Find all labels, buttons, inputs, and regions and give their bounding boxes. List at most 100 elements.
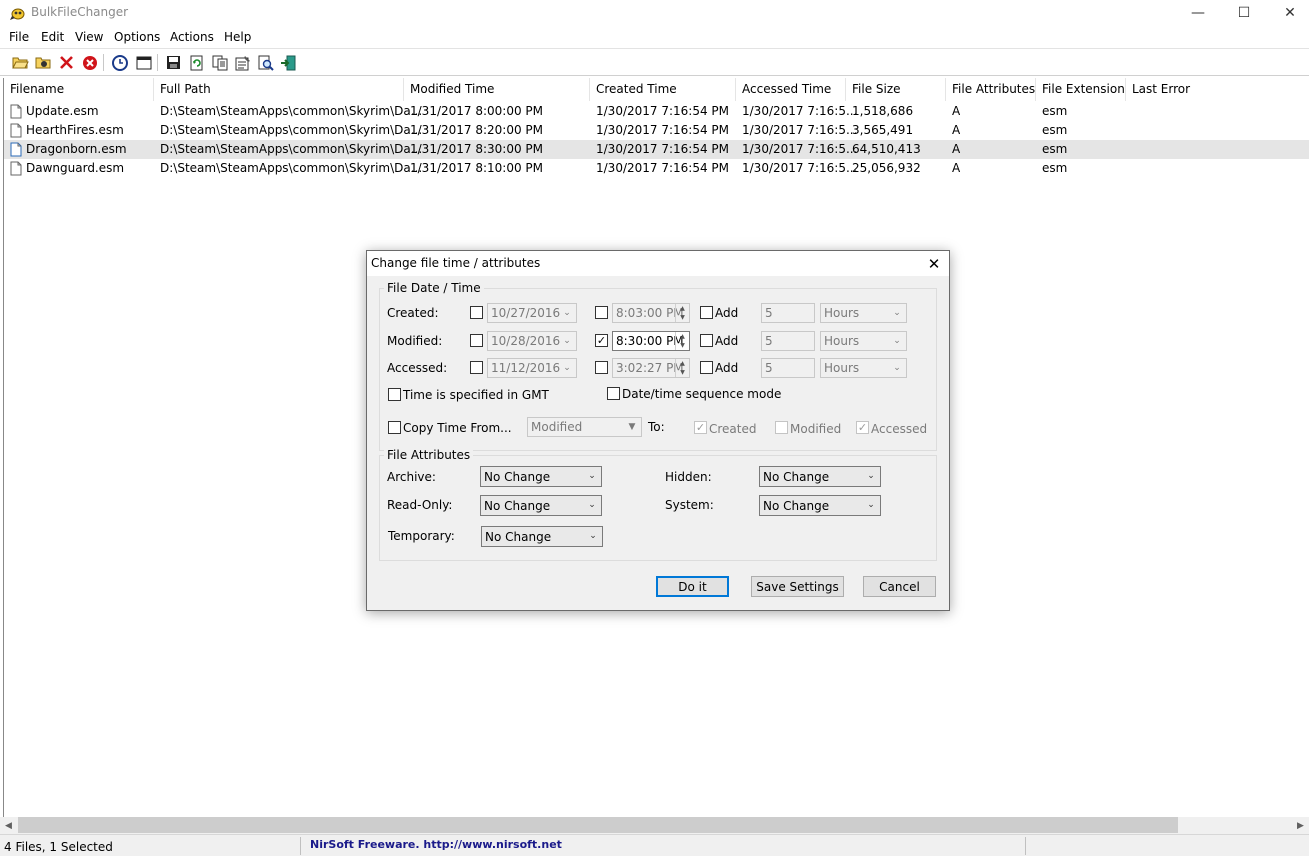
accessed-time-value: 3:02:27 PM [616,361,684,375]
accessed-time-picker[interactable]: 3:02:27 PM ▲ ▼ [612,358,690,378]
copy-time-checkbox[interactable] [388,421,401,434]
created-date-picker[interactable]: 10/27/2016 ⌄ [487,303,577,323]
copy-source-value: Modified [531,420,583,434]
menu-actions[interactable]: Actions [170,30,214,44]
window-icon[interactable] [134,53,153,72]
copy-source-dropdown[interactable]: Modified ▼ [527,417,642,437]
modified-add-unit[interactable]: Hours ⌄ [820,331,907,351]
chevron-down-icon: ⌄ [867,471,875,481]
copy-to-modified-checkbox[interactable] [775,421,788,434]
column-header-accessed-time[interactable]: Accessed Time [736,78,846,101]
menu-edit[interactable]: Edit [41,30,64,44]
minimize-button[interactable]: — [1175,0,1221,26]
archive-select[interactable]: No Change ⌄ [480,466,602,487]
scroll-right-arrow-icon[interactable]: ▶ [1292,817,1309,834]
datetime-group-label: File Date / Time [384,281,484,295]
close-button[interactable]: ✕ [1267,0,1309,26]
copy-time-label: Copy Time From... [403,421,512,435]
system-select[interactable]: No Change ⌄ [759,495,881,516]
save-icon[interactable] [164,53,183,72]
created-add-unit[interactable]: Hours ⌄ [820,303,907,323]
chevron-down-icon: ▼ [628,422,636,432]
remove-icon[interactable] [57,53,76,72]
gmt-checkbox[interactable] [388,388,401,401]
cancel-button[interactable]: Cancel [863,576,936,597]
copy-to-accessed-checkbox[interactable]: ✓ [856,421,869,434]
clock-icon[interactable] [110,53,129,72]
dialog-close-icon[interactable]: ✕ [923,254,945,274]
copy-to-modified-label: Modified [790,422,842,436]
accessed-date-checkbox[interactable] [470,361,483,374]
menu-options[interactable]: Options [114,30,160,44]
modified-time-checkbox[interactable]: ✓ [595,334,608,347]
gmt-label: Time is specified in GMT [403,388,549,402]
modified-time-picker[interactable]: 8:30:00 PM ▲ ▼ [612,331,690,351]
hidden-select[interactable]: No Change ⌄ [759,466,881,487]
sequence-mode-label: Date/time sequence mode [622,387,782,401]
table-row[interactable]: HearthFires.esm D:\Steam\SteamApps\common… [4,121,1309,140]
menu-help[interactable]: Help [224,30,251,44]
copy-to-accessed-label: Accessed [871,422,928,436]
copy-to-created-label: Created [709,422,757,436]
created-time-cell: 1/30/2017 7:16:54 PM [596,142,730,156]
sequence-mode-checkbox[interactable] [607,387,620,400]
created-add-checkbox[interactable] [700,306,713,319]
column-header-file-size[interactable]: File Size [846,78,946,101]
do-it-button[interactable]: Do it [656,576,729,597]
column-header-file-extension[interactable]: File Extension [1036,78,1126,101]
save-settings-button[interactable]: Save Settings [751,576,844,597]
remove-all-icon[interactable] [80,53,99,72]
created-add-amount[interactable]: 5 [761,303,815,323]
exit-icon[interactable] [279,53,298,72]
file-size-cell: 25,056,932 [852,161,921,175]
created-time-value: 8:03:00 PM [616,306,684,320]
created-date-checkbox[interactable] [470,306,483,319]
spinner-icon[interactable]: ▲ ▼ [675,304,689,322]
table-row[interactable]: Update.esm D:\Steam\SteamApps\common\Skyr… [4,102,1309,121]
modified-add-amount[interactable]: 5 [761,331,815,351]
accessed-add-checkbox[interactable] [700,361,713,374]
copy-icon[interactable] [210,53,229,72]
scrollbar-thumb[interactable] [18,817,1178,833]
copy-to-created-checkbox[interactable]: ✓ [694,421,707,434]
column-header-created-time[interactable]: Created Time [590,78,736,101]
file-size-cell: 64,510,413 [852,142,921,156]
accessed-add-amount[interactable]: 5 [761,358,815,378]
menu-file[interactable]: File [9,30,29,44]
modified-add-label: Add [715,334,739,348]
modified-add-checkbox[interactable] [700,334,713,347]
find-icon[interactable] [256,53,275,72]
open-folder-icon[interactable] [11,53,30,72]
created-time-cell: 1/30/2017 7:16:54 PM [596,104,730,118]
file-extension-cell: esm [1042,161,1068,175]
horizontal-scrollbar[interactable]: ◀ ▶ [0,817,1309,834]
app-icon [9,4,27,22]
temporary-select[interactable]: No Change ⌄ [481,526,603,547]
refresh-icon[interactable] [187,53,206,72]
accessed-time-cell: 1/30/2017 7:16:5... [742,161,858,175]
scroll-left-arrow-icon[interactable]: ◀ [0,817,17,834]
properties-icon[interactable] [233,53,252,72]
modified-date-picker[interactable]: 10/28/2016 ⌄ [487,331,577,351]
spinner-icon[interactable]: ▲ ▼ [675,359,689,377]
column-header-file-attributes[interactable]: File Attributes [946,78,1036,101]
created-time-checkbox[interactable] [595,306,608,319]
column-header-filename[interactable]: Filename [4,78,154,101]
maximize-button[interactable]: ☐ [1221,0,1267,26]
menu-view[interactable]: View [75,30,103,44]
created-add-unit-value: Hours [824,306,860,320]
accessed-add-unit[interactable]: Hours ⌄ [820,358,907,378]
modified-date-checkbox[interactable] [470,334,483,347]
spinner-icon[interactable]: ▲ ▼ [675,332,689,350]
column-header-modified-time[interactable]: Modified Time [404,78,590,101]
table-row[interactable]: Dawnguard.esm D:\Steam\SteamApps\common\S… [4,159,1309,178]
table-row[interactable]: Dragonborn.esm D:\Steam\SteamApps\common\… [4,140,1309,159]
accessed-time-checkbox[interactable] [595,361,608,374]
add-files-icon[interactable] [34,53,53,72]
readonly-select[interactable]: No Change ⌄ [480,495,602,516]
column-header-last-error[interactable]: Last Error [1126,78,1309,101]
accessed-date-picker[interactable]: 11/12/2016 ⌄ [487,358,577,378]
created-time-picker[interactable]: 8:03:00 PM ▲ ▼ [612,303,690,323]
nirsoft-link[interactable]: NirSoft Freeware. http://www.nirsoft.net [310,838,562,851]
column-header-full-path[interactable]: Full Path [154,78,404,101]
